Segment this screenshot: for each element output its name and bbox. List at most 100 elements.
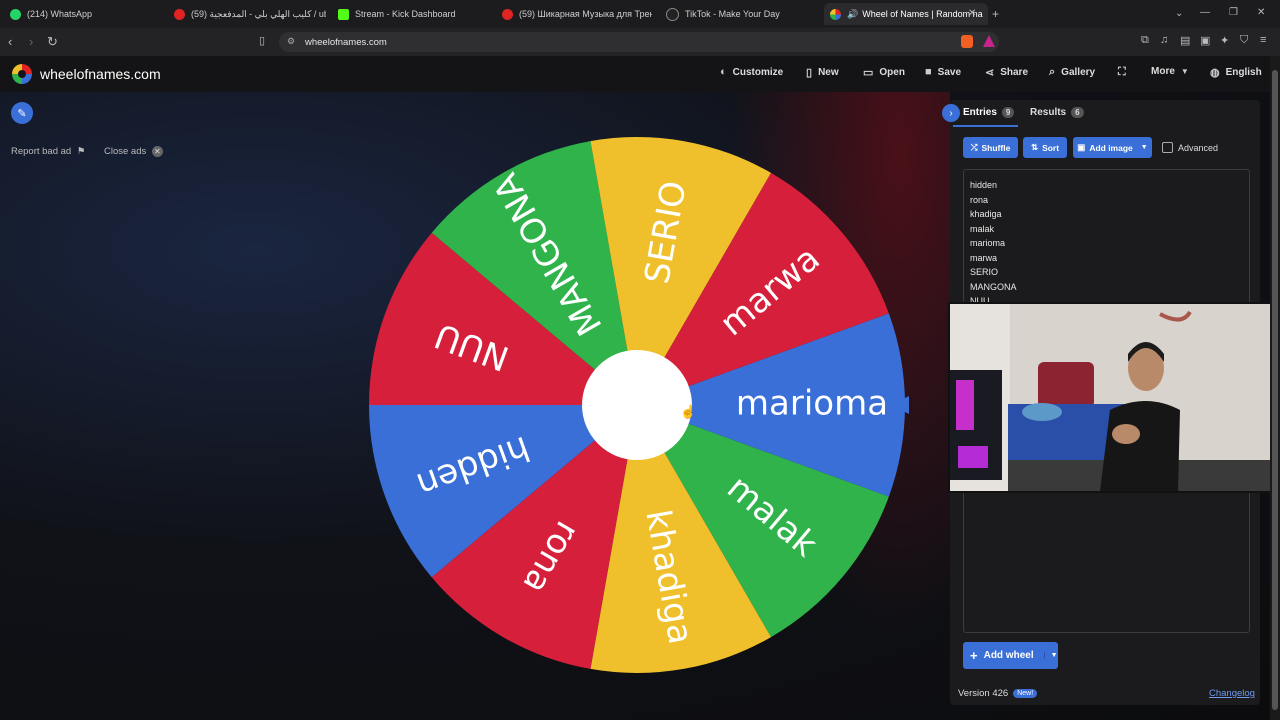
shuffle-button[interactable]: ⤮ Shuffle (963, 137, 1018, 158)
site-title[interactable]: wheelofnames.com (40, 66, 161, 82)
tab-results-label: Results (1030, 107, 1067, 118)
new-badge: New! (1013, 689, 1038, 698)
youtube-icon (174, 8, 185, 20)
collapse-panel-button[interactable]: › (942, 104, 960, 122)
back-icon[interactable]: ‹ (8, 34, 12, 49)
gallery-button[interactable]: ⌕ Gallery (1049, 66, 1095, 79)
browser-tab[interactable]: TikTok - Make Your Day (666, 3, 816, 25)
wheel-logo-icon[interactable] (12, 64, 32, 84)
report-bad-ad-label: Report bad ad (11, 146, 72, 157)
site-info-icon[interactable]: ⚙ (287, 36, 295, 47)
entry-line: MANGONA (970, 282, 1017, 292)
forward-icon[interactable]: › (29, 34, 33, 49)
more-button[interactable]: More ▼ (1151, 66, 1189, 77)
add-wheel-button[interactable]: + Add wheel ▼ (963, 642, 1058, 669)
tab-title: (59) كليب الهلي بلي - المدفعجية / ube (191, 8, 326, 19)
brave-shield-icon[interactable] (961, 35, 973, 48)
media-icon[interactable]: ♫ (1160, 34, 1168, 46)
entry-line: marwa (970, 253, 998, 263)
entry-line: khadiga (970, 209, 1002, 219)
url-field[interactable]: ⚙ wheelofnames.com (279, 32, 999, 52)
shuffle-label: Shuffle (981, 142, 1011, 153)
search-icon: ⌕ (1049, 66, 1056, 78)
tab-entries-label: Entries (963, 107, 997, 118)
add-image-button[interactable]: ▣ Add image ▼ (1073, 137, 1152, 158)
kick-icon (338, 8, 349, 20)
sidebar-icon[interactable]: ▤ (1180, 34, 1190, 47)
advanced-label: Advanced (1178, 142, 1219, 153)
entry-line: SERIO (970, 267, 999, 277)
shuffle-icon: ⤮ (970, 142, 978, 152)
scrollbar-thumb[interactable] (1272, 70, 1278, 710)
save-button[interactable]: ■ Save (925, 66, 961, 78)
close-ads-label: Close ads (104, 146, 147, 157)
chevron-down-icon[interactable]: ▼ (1043, 652, 1058, 659)
save-icon: ■ (925, 66, 932, 78)
wheel-favicon-icon (830, 8, 841, 20)
share-button[interactable]: ⋖ Share (985, 66, 1028, 79)
browser-tab[interactable]: (59) Шикарная Музыка для Трени (502, 3, 652, 25)
fullscreen-icon: ⛶ (1118, 66, 1126, 78)
browser-tab[interactable]: (59) كليب الهلي بلي - المدفعجية / ube (174, 3, 326, 25)
tab-results[interactable]: Results 6 (1030, 107, 1084, 118)
tab-search-icon[interactable]: ⌄ (1175, 8, 1183, 19)
tab-title: (214) WhatsApp (27, 9, 93, 19)
share-icon: ⋖ (985, 67, 995, 79)
menu-icon[interactable]: ≡ (1260, 34, 1266, 46)
new-tab-button[interactable]: + (992, 7, 999, 21)
edit-pencil-button[interactable]: ✎ (11, 102, 33, 124)
menu-label: English (1225, 67, 1262, 78)
browser-tab[interactable]: (214) WhatsApp (10, 3, 160, 25)
menu-label: Share (1000, 67, 1029, 78)
chevron-down-icon: ▼ (1180, 67, 1189, 76)
wheel-center-hub[interactable] (582, 350, 692, 460)
extensions-icon[interactable]: ⧉ (1141, 34, 1149, 47)
tab-title: Stream - Kick Dashboard (355, 9, 456, 19)
open-button[interactable]: ▭ Open (863, 66, 905, 79)
entry-line: hidden (970, 180, 998, 190)
speaker-icon: 🔊 (847, 8, 859, 19)
url-text: wheelofnames.com (305, 37, 387, 48)
spin-wheel[interactable]: mariomamalakkhadigaronahiddenNUUMANGONA S… (369, 125, 909, 685)
report-bad-ad-link[interactable]: Report bad ad ⚑ (11, 146, 85, 157)
wallet-icon[interactable]: ▣ (1200, 34, 1210, 47)
close-icon: ✕ (151, 146, 163, 157)
version-label: Version 426 (958, 688, 1009, 699)
pencil-icon: ✎ (17, 107, 27, 120)
browser-tab-active[interactable]: 🔊 Wheel of Names | Random na (824, 3, 988, 25)
add-image-label: Add image (1089, 142, 1133, 153)
changelog-link[interactable]: Changelog (1209, 688, 1255, 699)
reload-icon[interactable]: ↻ (47, 34, 58, 50)
results-count-badge: 6 (1071, 107, 1084, 118)
vpn-icon[interactable]: ⛉ (1240, 34, 1248, 47)
youtube-icon (502, 8, 513, 20)
tab-entries[interactable]: Entries 9 (963, 107, 1015, 118)
close-window-icon[interactable]: ✕ (1257, 7, 1265, 18)
fullscreen-button[interactable]: ⛶ (1118, 66, 1126, 79)
hand-cursor-icon: ☝ (680, 404, 697, 419)
entries-count-badge: 9 (1001, 107, 1015, 118)
language-button[interactable]: ◍ English (1210, 66, 1262, 79)
browser-tab[interactable]: Stream - Kick Dashboard (338, 3, 488, 25)
new-button[interactable]: ▯ New (806, 66, 839, 79)
close-ads-link[interactable]: Close ads ✕ (104, 146, 163, 157)
browser-tab-strip: (214) WhatsApp (59) كليب الهلي بلي - الم… (0, 0, 1280, 28)
entry-line: malak (970, 224, 995, 234)
sort-button[interactable]: ⇅ Sort (1023, 137, 1067, 158)
bookmark-icon[interactable]: ▯ (259, 34, 265, 47)
menu-label: Customize (732, 66, 784, 78)
advanced-checkbox[interactable]: Advanced (1162, 142, 1218, 153)
menu-label: Open (879, 67, 905, 78)
webcam-feed-image (950, 304, 1278, 491)
tiktok-icon (666, 7, 679, 21)
restore-icon[interactable]: ❐ (1229, 7, 1238, 18)
brave-rewards-icon[interactable] (983, 35, 995, 47)
leo-icon[interactable]: ✦ (1220, 34, 1229, 47)
add-wheel-label: Add wheel (983, 650, 1034, 661)
checkbox-icon (1162, 142, 1173, 153)
close-tab-icon[interactable]: ✕ (968, 8, 976, 19)
minimize-icon[interactable]: — (1200, 7, 1210, 18)
tab-title: TikTok - Make Your Day (685, 9, 780, 19)
active-tab-indicator (953, 125, 1018, 127)
customize-button[interactable]: ◐ Customize (720, 66, 783, 78)
